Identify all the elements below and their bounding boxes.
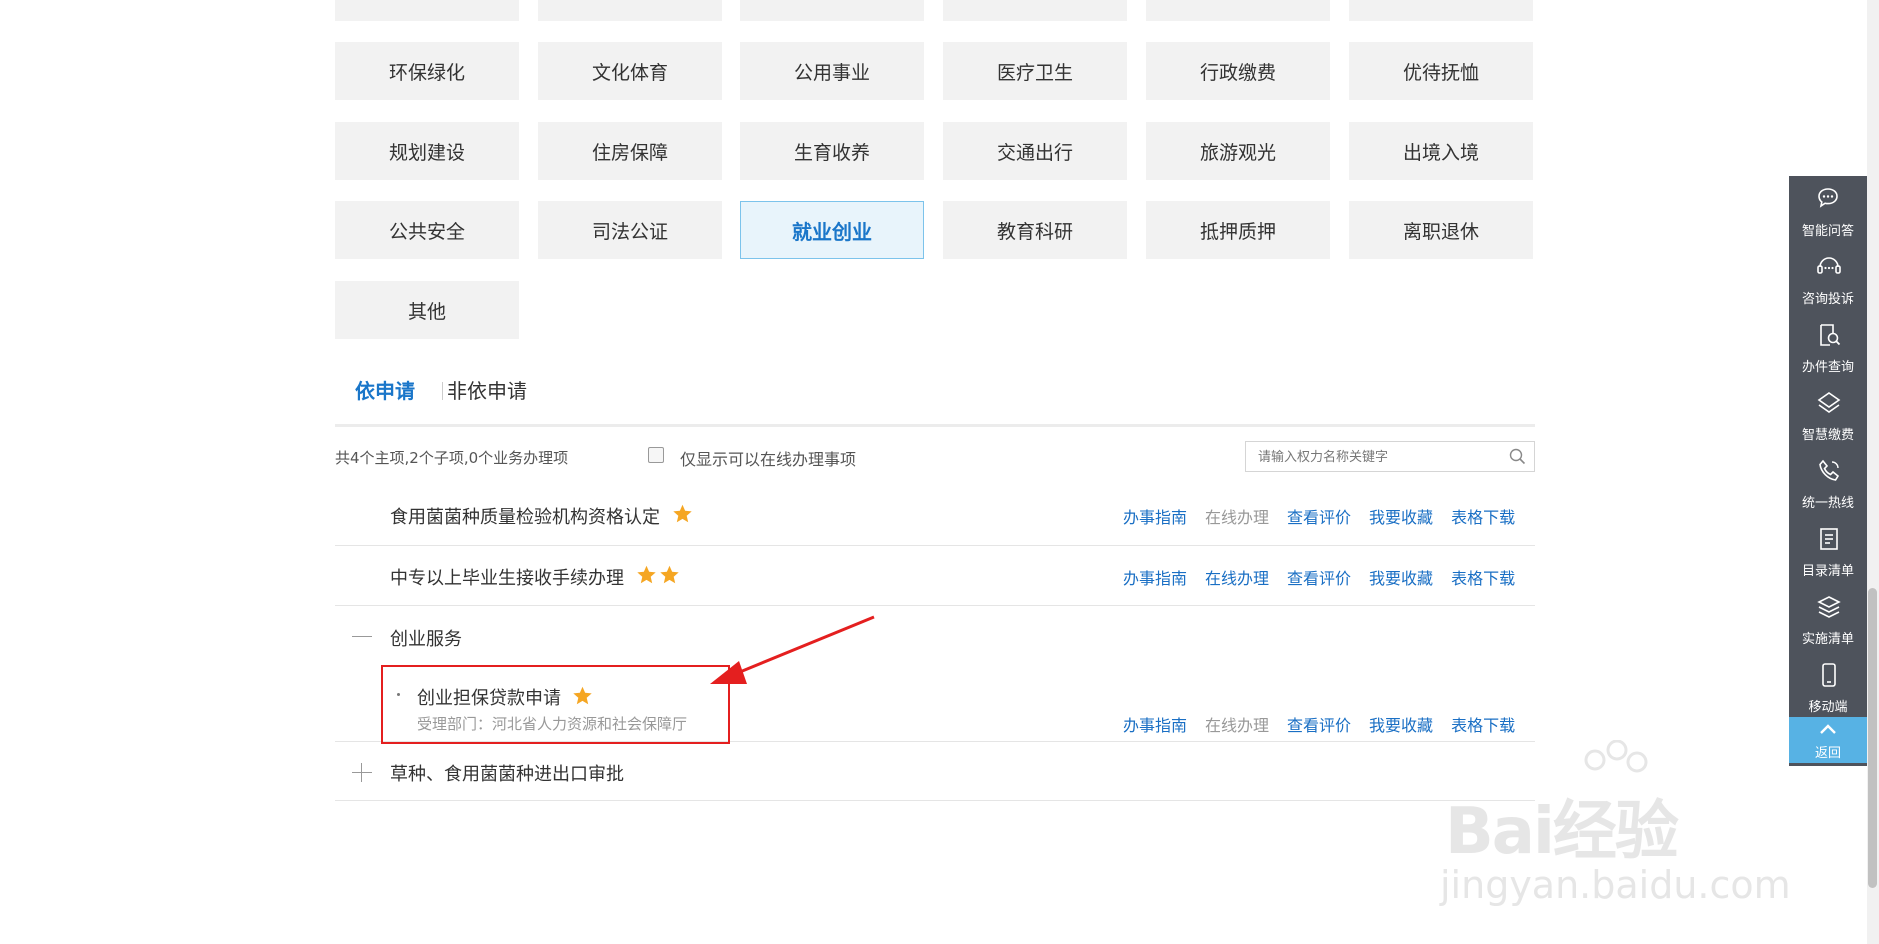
watermark-url: jingyan.baidu.com (1440, 863, 1791, 907)
sidebar-item-label: 智慧缴费 (1801, 428, 1854, 443)
chat-bubble-icon (1818, 188, 1838, 208)
sidebar-item-label: 目录清单 (1801, 564, 1854, 579)
sidebar-item-label: 咨询投诉 (1801, 292, 1854, 307)
sidebar-item-smart-qa[interactable]: 智能问答 (1789, 180, 1867, 248)
layers-icon (1817, 596, 1841, 618)
sidebar-item-consult[interactable]: 咨询投诉 (1789, 248, 1867, 316)
payment-icon (1817, 392, 1841, 413)
floating-sidebar: 智能问答 咨询投诉 办件查询 智慧缴费 统一热线 目录清单 实施清单 移动端 (1789, 176, 1867, 766)
back-to-top-button[interactable]: 返回 (1789, 717, 1867, 763)
sidebar-item-mobile[interactable]: 移动端 (1789, 656, 1867, 724)
scrollbar-thumb[interactable] (1868, 588, 1877, 888)
watermark-brand: Bai经验 (1445, 795, 1679, 869)
chevron-up-icon (1820, 724, 1836, 734)
expand-icon-vertical (361, 763, 362, 782)
sidebar-item-hotline[interactable]: 统一热线 (1789, 452, 1867, 520)
sidebar-item-label: 智能问答 (1801, 224, 1854, 239)
sidebar-item-case-query[interactable]: 办件查询 (1789, 316, 1867, 384)
back-label: 返回 (1814, 746, 1841, 761)
document-search-icon (1820, 324, 1841, 346)
sidebar-item-implementation[interactable]: 实施清单 (1789, 588, 1867, 656)
sidebar-item-label: 移动端 (1808, 700, 1848, 715)
row-divider (335, 800, 1535, 801)
sidebar-item-label: 实施清单 (1801, 632, 1854, 647)
expand-icon[interactable] (352, 772, 372, 773)
sidebar-item-label: 办件查询 (1801, 360, 1854, 375)
group-title[interactable]: 草种、食用菌菌种进出口审批 (390, 760, 624, 786)
phone-icon (1819, 459, 1840, 481)
sidebar-item-label: 统一热线 (1801, 496, 1854, 511)
mobile-icon (1822, 663, 1836, 687)
sidebar-item-payment[interactable]: 智慧缴费 (1789, 384, 1867, 452)
sidebar-item-catalog[interactable]: 目录清单 (1789, 520, 1867, 588)
headset-chat-icon (1817, 257, 1841, 274)
list-document-icon (1820, 528, 1838, 550)
